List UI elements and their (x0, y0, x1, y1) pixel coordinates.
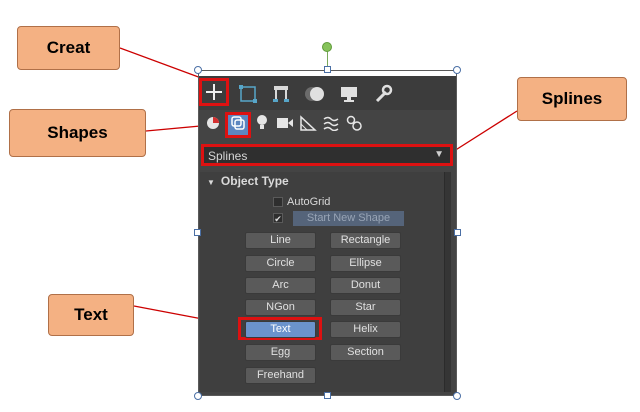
callout-text: Text (48, 294, 134, 336)
rotate-handle[interactable] (322, 42, 332, 52)
resize-handle-bottom-left[interactable] (194, 392, 202, 400)
resize-handle-top-right[interactable] (453, 66, 461, 74)
resize-handle-bottom[interactable] (324, 392, 331, 399)
resize-handle-top-left[interactable] (194, 66, 202, 74)
resize-handle-left[interactable] (194, 229, 201, 236)
callout-creat: Creat (17, 26, 120, 70)
selection-frame (198, 70, 457, 396)
resize-handle-bottom-right[interactable] (453, 392, 461, 400)
callout-splines: Splines (517, 77, 627, 121)
callout-shapes: Shapes (9, 109, 146, 157)
resize-handle-right[interactable] (454, 229, 461, 236)
resize-handle-top[interactable] (324, 66, 331, 73)
